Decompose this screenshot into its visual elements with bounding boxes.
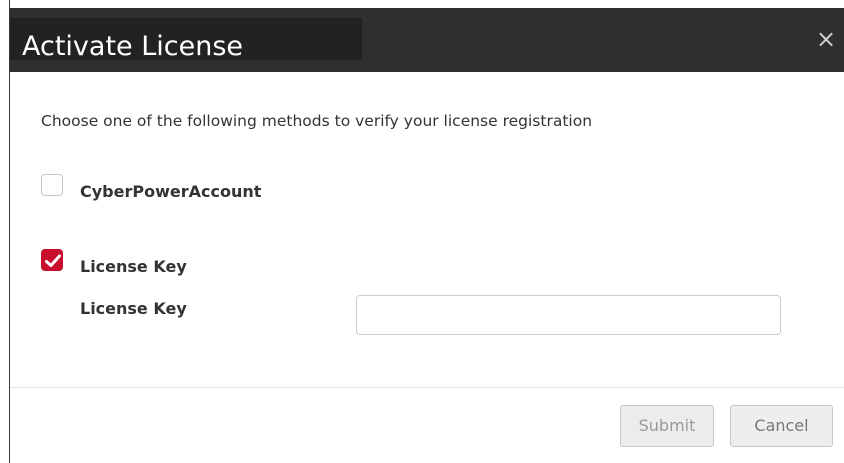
submit-button[interactable]: Submit [620, 405, 714, 447]
dialog-titlebar: Activate License × [10, 8, 844, 72]
license-key-option-label[interactable]: License Key [80, 257, 187, 276]
checkmark-icon [45, 254, 61, 267]
title-box: Activate License [10, 18, 362, 62]
instruction-text: Choose one of the following methods to v… [41, 112, 593, 130]
cancel-button[interactable]: Cancel [730, 405, 833, 447]
cyberpoweraccount-checkbox[interactable] [41, 174, 63, 196]
close-icon[interactable]: × [813, 26, 839, 52]
license-key-field-label: License Key [80, 299, 187, 318]
cyberpoweraccount-label[interactable]: CyberPowerAccount [80, 182, 261, 201]
license-key-input[interactable] [356, 295, 781, 335]
activate-license-dialog: Activate License × Choose one of the fol… [9, 0, 844, 463]
dialog-title: Activate License [22, 31, 244, 62]
footer-divider [10, 387, 844, 388]
license-key-checkbox[interactable] [41, 249, 63, 271]
